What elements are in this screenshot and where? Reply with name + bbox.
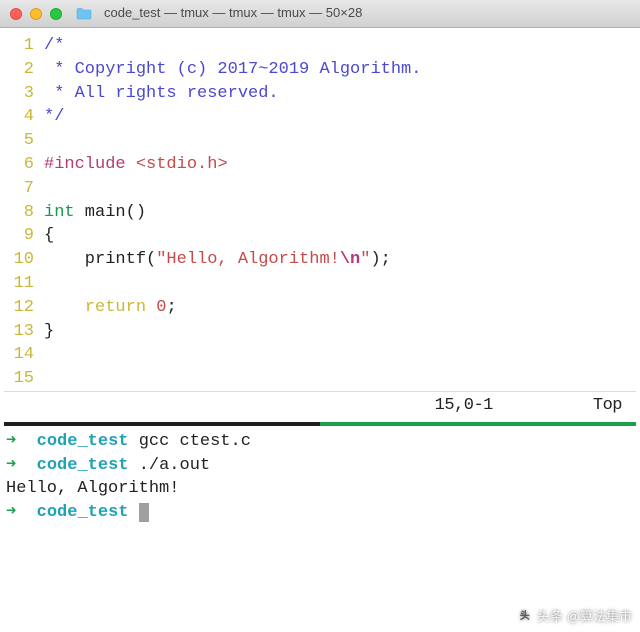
watermark-prefix: 头条	[537, 608, 563, 626]
line-number: 9	[0, 224, 44, 248]
code-content	[44, 272, 640, 296]
tmux-divider	[4, 422, 636, 426]
vim-statusbar: 15,0-1 Top	[0, 392, 640, 422]
terminal-pane[interactable]: ➜ code_test gcc ctest.c ➜ code_test ./a.…	[0, 426, 640, 525]
code-content: return 0;	[44, 296, 640, 320]
code-line: 3 * All rights reserved.	[0, 82, 640, 106]
code-line: 12 return 0;	[0, 296, 640, 320]
line-number: 2	[0, 58, 44, 82]
code-content: */	[44, 105, 640, 129]
terminal-line: ➜ code_test gcc ctest.c	[6, 430, 634, 454]
code-content: * All rights reserved.	[44, 82, 640, 106]
window-titlebar: code_test — tmux — tmux — tmux — 50×28	[0, 0, 640, 28]
line-number: 12	[0, 296, 44, 320]
line-number: 10	[0, 248, 44, 272]
terminal-output: Hello, Algorithm!	[6, 477, 634, 501]
line-number: 13	[0, 320, 44, 344]
zoom-icon[interactable]	[50, 8, 62, 20]
code-line: 1/*	[0, 34, 640, 58]
code-line: 7	[0, 177, 640, 201]
close-icon[interactable]	[10, 8, 22, 20]
command-text: ./a.out	[139, 456, 210, 475]
line-number: 11	[0, 272, 44, 296]
prompt-arrow-icon: ➜	[6, 456, 16, 475]
code-line: 2 * Copyright (c) 2017~2019 Algorithm.	[0, 58, 640, 82]
prompt-cwd: code_test	[37, 456, 129, 475]
prompt-cwd: code_test	[37, 503, 129, 522]
line-number: 14	[0, 343, 44, 367]
scroll-indicator: Top	[593, 394, 622, 418]
line-number: 5	[0, 129, 44, 153]
code-line: 4*/	[0, 105, 640, 129]
code-line: 5	[0, 129, 640, 153]
line-number: 1	[0, 34, 44, 58]
code-line: 6#include <stdio.h>	[0, 153, 640, 177]
prompt-arrow-icon: ➜	[6, 503, 16, 522]
code-line: 15	[0, 367, 640, 391]
code-content: /*	[44, 34, 640, 58]
code-content	[44, 343, 640, 367]
line-number: 6	[0, 153, 44, 177]
code-line: 13}	[0, 320, 640, 344]
code-content	[44, 177, 640, 201]
prompt-cwd: code_test	[37, 432, 129, 451]
line-number: 8	[0, 201, 44, 225]
code-line: 9{	[0, 224, 640, 248]
code-content: printf("Hello, Algorithm!\n");	[44, 248, 640, 272]
code-line: 11	[0, 272, 640, 296]
code-content: }	[44, 320, 640, 344]
folder-icon	[76, 7, 92, 20]
line-number: 15	[0, 367, 44, 391]
prompt-arrow-icon: ➜	[6, 432, 16, 451]
line-number: 7	[0, 177, 44, 201]
code-content: {	[44, 224, 640, 248]
traffic-lights	[10, 8, 62, 20]
code-content: int main()	[44, 201, 640, 225]
code-content: * Copyright (c) 2017~2019 Algorithm.	[44, 58, 640, 82]
code-line: 8int main()	[0, 201, 640, 225]
terminal-line: ➜ code_test ./a.out	[6, 454, 634, 478]
watermark: 头 头条 @算法集市	[517, 608, 632, 626]
terminal-line: ➜ code_test	[6, 501, 634, 525]
watermark-handle: @算法集市	[567, 608, 632, 626]
code-content	[44, 129, 640, 153]
command-text: gcc ctest.c	[139, 432, 251, 451]
code-line: 14	[0, 343, 640, 367]
minimize-icon[interactable]	[30, 8, 42, 20]
code-content: #include <stdio.h>	[44, 153, 640, 177]
cursor-position: 15,0-1	[435, 394, 493, 418]
line-number: 3	[0, 82, 44, 106]
code-line: 10 printf("Hello, Algorithm!\n");	[0, 248, 640, 272]
watermark-badge-icon: 头	[517, 609, 533, 625]
terminal-cursor	[139, 503, 149, 522]
code-editor[interactable]: 1/*2 * Copyright (c) 2017~2019 Algorithm…	[0, 28, 640, 391]
code-content	[44, 367, 640, 391]
window-title: code_test — tmux — tmux — tmux — 50×28	[104, 4, 362, 22]
line-number: 4	[0, 105, 44, 129]
